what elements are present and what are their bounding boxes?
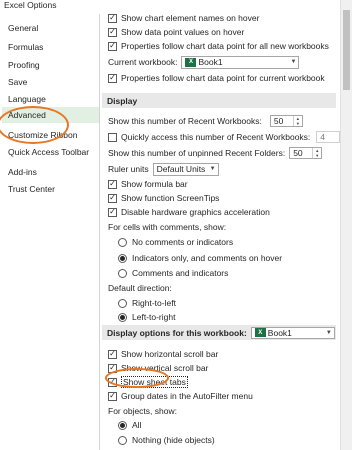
- radio-selected[interactable]: [118, 253, 127, 263]
- show-sheet-tabs-option[interactable]: ✓ Show sheet tabs: [108, 375, 188, 389]
- properties-follow-current-option[interactable]: ✓ Properties follow chart data point for…: [108, 71, 325, 85]
- chevron-down-icon: ▼: [325, 329, 332, 336]
- spinner-arrows-icon[interactable]: ▲▼: [292, 116, 302, 126]
- recent-workbooks-spinner[interactable]: 50 ▲ ▼: [269, 115, 303, 127]
- checkbox-checked-icon[interactable]: ✓: [108, 73, 117, 83]
- checkbox-checked-icon[interactable]: ✓: [108, 13, 117, 23]
- comments-label: For cells with comments, show:: [108, 222, 227, 232]
- sidebar-item-formulas[interactable]: Formulas: [8, 42, 43, 52]
- sidebar-item-quick-access-toolbar[interactable]: Quick Access Toolbar: [8, 147, 89, 157]
- checkbox-checked-icon[interactable]: ✓: [108, 391, 117, 401]
- show-formula-bar-option[interactable]: ✓ Show formula bar: [108, 177, 188, 191]
- workbook-display-section-header: Display options for this workbook: X Boo…: [102, 325, 336, 340]
- objects-all-option[interactable]: All: [118, 418, 141, 432]
- direction-rtl-option[interactable]: Right-to-left: [118, 296, 176, 310]
- radio-unselected[interactable]: [118, 435, 127, 445]
- current-workbook-dropdown[interactable]: X Book1 ▼: [181, 55, 300, 69]
- properties-follow-all-option[interactable]: ✓ Properties follow chart data point for…: [108, 39, 329, 53]
- checkbox-checked-icon[interactable]: ✓: [108, 363, 117, 373]
- current-workbook-row: Current workbook: X Book1 ▼: [108, 55, 300, 69]
- checkbox-checked-icon[interactable]: ✓: [108, 27, 117, 37]
- comments-both-option[interactable]: Comments and indicators: [118, 266, 228, 280]
- display-section-header: Display: [102, 93, 336, 108]
- sidebar-item-language[interactable]: Language: [8, 94, 46, 104]
- radio-unselected[interactable]: [118, 237, 127, 247]
- radio-selected[interactable]: [118, 312, 127, 322]
- checkbox-checked-icon[interactable]: ✓: [108, 41, 117, 51]
- vertical-scrollbar[interactable]: [340, 0, 352, 450]
- sidebar-item-trust-center[interactable]: Trust Center: [8, 184, 55, 194]
- spinner-arrows-icon[interactable]: ▲▼: [312, 148, 321, 158]
- ruler-units-row: Ruler units Default Units ▼: [108, 162, 219, 176]
- comments-indicators-option[interactable]: Indicators only, and comments on hover: [118, 251, 282, 265]
- excel-workbook-icon: X: [185, 57, 197, 67]
- display-workbook-dropdown[interactable]: X Book1 ▼: [250, 326, 335, 339]
- objects-nothing-option[interactable]: Nothing (hide objects): [118, 433, 215, 447]
- sidebar-item-save[interactable]: Save: [8, 77, 27, 87]
- radio-unselected[interactable]: [118, 298, 127, 308]
- show-function-screentips-option[interactable]: ✓ Show function ScreenTips: [108, 191, 219, 205]
- show-hscroll-option[interactable]: ✓ Show horizontal scroll bar: [108, 347, 218, 361]
- advanced-options-panel: ✓ Show chart element names on hover ✓ Sh…: [100, 0, 350, 450]
- sidebar-item-customize-ribbon[interactable]: Customize Ribbon: [8, 130, 77, 140]
- show-vscroll-option[interactable]: ✓ Show vertical scroll bar: [108, 361, 208, 375]
- excel-workbook-icon: X: [254, 328, 266, 337]
- sidebar-item-general[interactable]: General: [8, 23, 38, 33]
- ruler-units-dropdown[interactable]: Default Units ▼: [152, 162, 219, 176]
- show-data-point-values-option[interactable]: ✓ Show data point values on hover: [108, 25, 244, 39]
- checkbox-checked-icon[interactable]: ✓: [108, 377, 117, 387]
- radio-unselected[interactable]: [118, 268, 127, 278]
- scrollbar-thumb[interactable]: [343, 10, 350, 90]
- objects-label: For objects, show:: [108, 406, 177, 416]
- sidebar-item-advanced[interactable]: Advanced: [2, 107, 99, 123]
- unpinned-folders-spinner[interactable]: 50 ▲ ▼: [289, 147, 323, 159]
- radio-selected[interactable]: [118, 420, 127, 430]
- checkbox-checked-icon[interactable]: ✓: [108, 349, 117, 359]
- chevron-down-icon: ▼: [290, 59, 297, 65]
- recent-workbooks-row: Show this number of Recent Workbooks: 50…: [108, 114, 303, 128]
- show-element-names-option[interactable]: ✓ Show chart element names on hover: [108, 11, 259, 25]
- checkbox-checked-icon[interactable]: ✓: [108, 179, 117, 189]
- quick-access-checkbox[interactable]: [108, 132, 117, 142]
- unpinned-folders-row: Show this number of unpinned Recent Fold…: [108, 146, 323, 160]
- window-title: Excel Options: [4, 0, 57, 10]
- quick-access-row: Quickly access this number of Recent Wor…: [108, 130, 350, 144]
- checkbox-checked-icon[interactable]: ✓: [108, 193, 117, 203]
- options-sidebar: General Formulas Proofing Save Language …: [0, 14, 100, 450]
- direction-ltr-option[interactable]: Left-to-right: [118, 310, 175, 324]
- sidebar-item-proofing[interactable]: Proofing: [8, 60, 40, 70]
- sidebar-item-add-ins[interactable]: Add-ins: [8, 167, 37, 177]
- comments-none-option[interactable]: No comments or indicators: [118, 235, 233, 249]
- disable-hw-accel-option[interactable]: ✓ Disable hardware graphics acceleration: [108, 205, 270, 219]
- checkbox-checked-icon[interactable]: ✓: [108, 207, 117, 217]
- group-dates-option[interactable]: ✓ Group dates in the AutoFilter menu: [108, 389, 253, 403]
- direction-label: Default direction:: [108, 283, 172, 293]
- chevron-down-icon: ▼: [209, 166, 216, 172]
